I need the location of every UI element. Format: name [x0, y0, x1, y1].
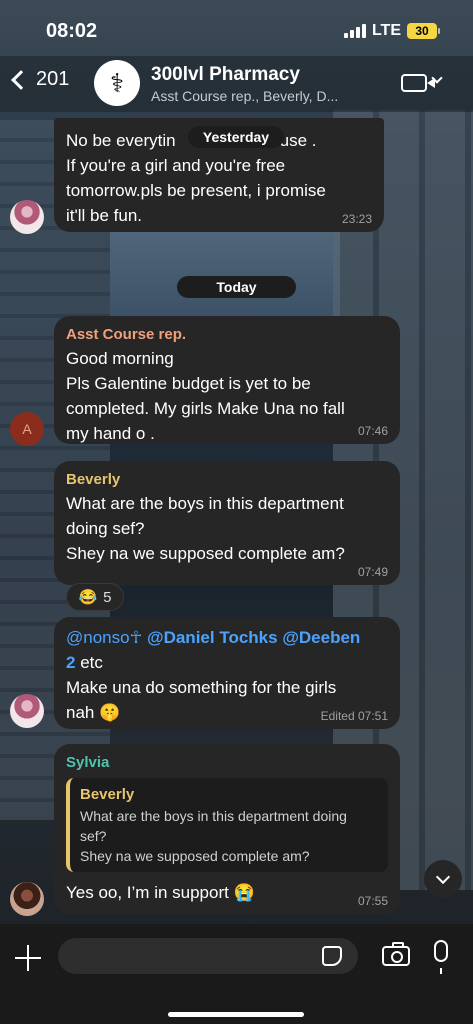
- input-bar: [0, 924, 473, 1024]
- message-text: Shey na we supposed complete am?: [66, 544, 345, 563]
- message-input[interactable]: [58, 938, 358, 974]
- microphone-icon[interactable]: [434, 940, 448, 974]
- sticker-icon[interactable]: [322, 946, 342, 966]
- message-time: 23:23: [341, 212, 372, 226]
- status-indicators: LTE 30: [343, 22, 440, 40]
- reaction-emoji: 😂: [78, 589, 98, 606]
- quoted-sender: Beverly: [80, 786, 135, 803]
- chat-header: 201 ⚕ 300lvl Pharmacy Asst Course rep., …: [0, 56, 473, 112]
- chevron-left-icon: [11, 69, 31, 90]
- message-bubble[interactable]: Sylvia Beverly What are the boys in this…: [54, 744, 400, 914]
- message-text: Yes oo, I’m in support 😭: [66, 883, 255, 902]
- camera-icon[interactable]: [382, 942, 410, 966]
- group-members[interactable]: Asst Course rep., Beverly, D...: [151, 88, 338, 104]
- chevron-down-icon: [435, 869, 451, 885]
- status-time: 08:02: [46, 20, 98, 42]
- plus-icon[interactable]: [14, 944, 42, 972]
- group-name[interactable]: 300lvl Pharmacy: [151, 64, 300, 86]
- home-indicator: [168, 1012, 304, 1017]
- mention[interactable]: @nonso☥: [66, 628, 142, 647]
- message-text: it'll be fun.: [66, 206, 143, 225]
- quoted-text: sef?: [80, 828, 107, 844]
- message-text: Pls Galentine budget is yet to be: [66, 374, 311, 393]
- mention[interactable]: @Daniel Tochks: [147, 628, 278, 647]
- status-bar: 08:02 LTE 30: [0, 0, 473, 60]
- message-sender[interactable]: Asst Course rep.: [66, 324, 388, 346]
- message-sender[interactable]: Sylvia: [66, 752, 388, 774]
- message-text: Make una do something for the girls: [66, 678, 337, 697]
- message-text: If you're a girl and you're free: [66, 156, 286, 175]
- message-bubble[interactable]: Beverly What are the boys in this depart…: [54, 461, 400, 585]
- message-bubble[interactable]: Asst Course rep. Good morning Pls Galent…: [54, 316, 400, 444]
- message-text: 2 etc: [66, 653, 103, 672]
- message-text: my hand o .: [66, 424, 155, 443]
- video-call-icon[interactable]: [401, 74, 435, 92]
- signal-icon: [343, 24, 366, 38]
- message-time: 07:55: [357, 894, 388, 908]
- quoted-text: Shey na we supposed complete am?: [80, 848, 310, 864]
- date-separator: Yesterday: [188, 126, 284, 148]
- avatar[interactable]: [10, 694, 44, 728]
- message-text: Good morning: [66, 349, 174, 368]
- unread-count: 201: [36, 68, 70, 90]
- message-text: doing sef?: [66, 519, 145, 538]
- scroll-down-button[interactable]: [424, 860, 462, 898]
- quoted-message[interactable]: Beverly What are the boys in this depart…: [66, 778, 388, 872]
- message-bubble[interactable]: @nonso☥ @Daniel Tochks @Deeben 2 etc Mak…: [54, 617, 400, 729]
- network-type: LTE: [371, 22, 401, 39]
- message-time: 07:49: [357, 565, 388, 579]
- avatar[interactable]: [10, 200, 44, 234]
- date-separator: Today: [177, 276, 296, 298]
- message-text: What are the boys in this department: [66, 494, 344, 513]
- avatar[interactable]: [10, 882, 44, 916]
- quoted-text: What are the boys in this department doi…: [80, 808, 347, 824]
- message-time: Edited 07:51: [320, 709, 388, 723]
- message-text: tomorrow.pls be present, i promise: [66, 181, 326, 200]
- group-avatar[interactable]: ⚕: [94, 60, 140, 106]
- reaction-count: 5: [103, 588, 112, 606]
- message-sender[interactable]: Beverly: [66, 469, 388, 491]
- avatar[interactable]: A: [10, 412, 44, 446]
- message-time: 07:46: [357, 424, 388, 438]
- mention[interactable]: 2: [66, 653, 75, 672]
- message-text: @nonso☥ @Daniel Tochks @Deeben: [66, 625, 388, 650]
- message-text: completed. My girls Make Una no fall: [66, 399, 345, 418]
- mention[interactable]: @Deeben: [282, 628, 360, 647]
- reaction-badge[interactable]: 😂 5: [66, 583, 124, 611]
- back-button[interactable]: 201: [10, 68, 69, 91]
- battery-icon: 30: [407, 23, 440, 39]
